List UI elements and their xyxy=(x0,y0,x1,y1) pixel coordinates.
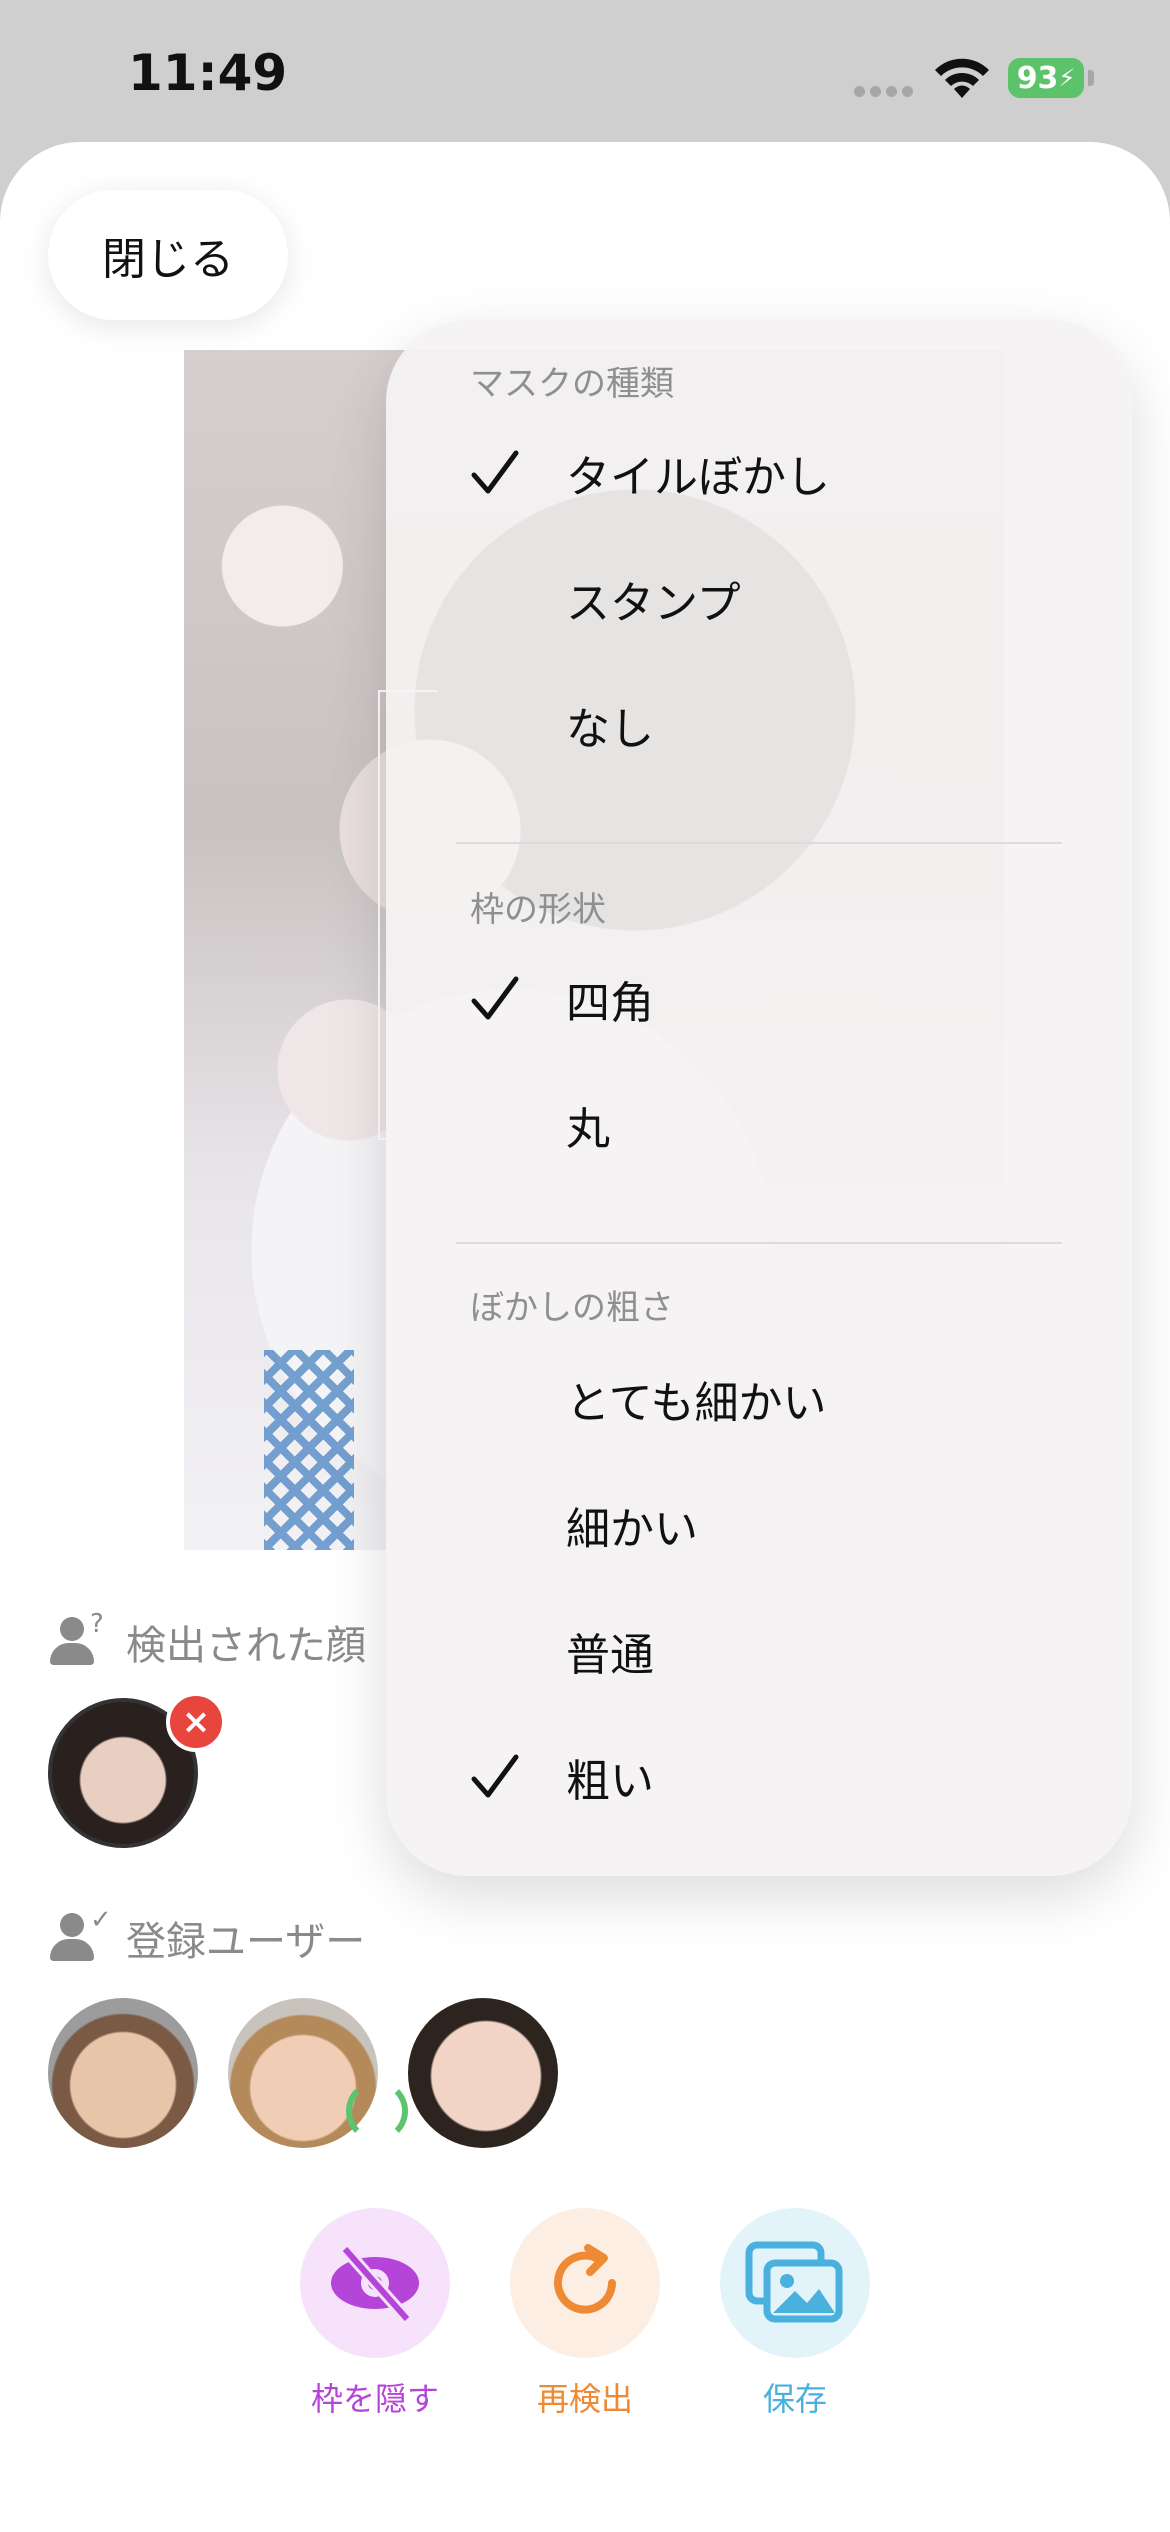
signal-icon xyxy=(854,86,914,98)
battery-indicator: 93 ⚡ xyxy=(1008,58,1084,98)
hide-frames-button[interactable]: 枠を隠す xyxy=(270,2208,480,2420)
remove-face-button[interactable]: × xyxy=(166,1692,226,1752)
registered-users-header: ✓ 登録ユーザー xyxy=(50,1905,366,1968)
menu-divider xyxy=(456,1242,1062,1244)
redetect-label: 再検出 xyxy=(536,2380,633,2418)
photo-embroidery xyxy=(264,1350,354,1550)
menu-item-stamp[interactable]: スタンプ xyxy=(386,544,1132,654)
editor-sheet: 閉じる ? 検出された顔 × ✓ 登録ユーザー 枠を隠す 再検出 保存 マスクの… xyxy=(0,142,1170,2532)
hide-frames-label: 枠を隠す xyxy=(310,2380,439,2418)
save-button[interactable]: 保存 xyxy=(690,2208,900,2420)
detected-faces-header: ? 検出された顔 xyxy=(50,1609,366,1672)
menu-item-none[interactable]: なし xyxy=(386,670,1132,780)
menu-item-label: 四角 xyxy=(566,978,654,1029)
checkmark-icon xyxy=(471,450,519,494)
menu-item-label: 粗い xyxy=(566,1756,654,1807)
blur-coarseness-title: ぼかしの粗さ xyxy=(470,1288,674,1328)
person-check-icon: ✓ xyxy=(50,1905,112,1963)
checkmark-icon xyxy=(471,1754,519,1798)
frame-shape-title: 枠の形状 xyxy=(470,890,606,930)
menu-item-fine[interactable]: 細かい xyxy=(386,1470,1132,1580)
menu-item-label: 丸 xyxy=(566,1104,610,1155)
redo-icon xyxy=(554,2244,616,2314)
user-avatar[interactable] xyxy=(408,1998,558,2148)
registered-users-label: 登録ユーザー xyxy=(126,1919,366,1965)
redetect-circle[interactable] xyxy=(510,2208,660,2358)
menu-item-label: 普通 xyxy=(566,1630,654,1681)
menu-item-label: 細かい xyxy=(566,1504,698,1555)
save-circle[interactable] xyxy=(720,2208,870,2358)
menu-divider xyxy=(456,842,1062,844)
menu-item-label: とても細かい xyxy=(566,1378,827,1429)
wifi-icon xyxy=(935,58,989,98)
menu-item-coarse[interactable]: 粗い xyxy=(386,1722,1132,1832)
photos-icon xyxy=(745,2241,843,2323)
battery-level: 93 xyxy=(1016,60,1059,96)
mask-type-title: マスクの種類 xyxy=(470,364,674,404)
status-bar: 11:49 93 ⚡ xyxy=(0,0,1170,140)
person-question-icon: ? xyxy=(50,1609,108,1667)
status-time: 11:49 xyxy=(128,44,288,102)
checkmark-icon xyxy=(471,976,519,1020)
menu-item-label: スタンプ xyxy=(566,578,741,629)
menu-item-circle[interactable]: 丸 xyxy=(386,1070,1132,1180)
menu-item-normal[interactable]: 普通 xyxy=(386,1596,1132,1706)
detected-faces-label: 検出された顔 xyxy=(126,1623,366,1669)
eye-slash-icon xyxy=(331,2245,419,2323)
battery-cap xyxy=(1088,70,1094,86)
sync-icon xyxy=(346,2080,408,2142)
menu-item-very-fine[interactable]: とても細かい xyxy=(386,1344,1132,1454)
menu-item-label: なし xyxy=(566,704,654,755)
redetect-button[interactable]: 再検出 xyxy=(480,2208,690,2420)
user-avatar[interactable] xyxy=(48,1998,198,2148)
options-menu: マスクの種類 タイルぼかし スタンプ なし 枠の形状 四角 丸 ぼかしの粗さ と… xyxy=(386,320,1132,1876)
menu-item-tile-blur[interactable]: タイルぼかし xyxy=(386,418,1132,528)
close-button[interactable]: 閉じる xyxy=(48,190,288,320)
menu-item-label: タイルぼかし xyxy=(566,452,830,503)
save-label: 保存 xyxy=(762,2380,827,2418)
hide-frames-circle[interactable] xyxy=(300,2208,450,2358)
menu-item-square[interactable]: 四角 xyxy=(386,944,1132,1054)
